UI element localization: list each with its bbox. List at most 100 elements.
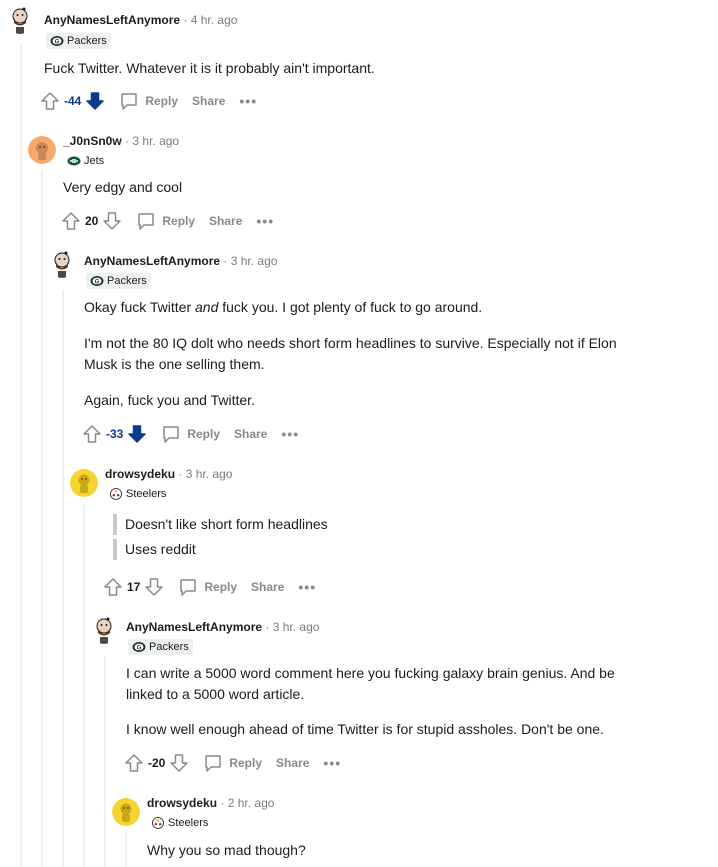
svg-text:G: G <box>55 40 60 46</box>
upvote-icon[interactable] <box>40 91 60 111</box>
username[interactable]: drowsydeku <box>105 467 175 481</box>
reply-button[interactable]: Reply <box>178 577 237 597</box>
vote-score: 17 <box>127 580 141 594</box>
username[interactable]: AnyNamesLeftAnymore <box>84 254 220 268</box>
comment-actions: -20 Reply Share ••• <box>124 751 341 775</box>
flair-badge: Jets <box>63 153 108 169</box>
flair-label: Jets <box>84 155 105 167</box>
upvote-icon[interactable] <box>103 577 123 597</box>
reply-button[interactable]: Reply <box>161 424 220 444</box>
comment-bubble-icon <box>121 93 138 110</box>
timestamp[interactable]: 3 hr. ago <box>132 134 179 148</box>
timestamp[interactable]: 3 hr. ago <box>273 620 320 634</box>
comment-actions: 17 Reply Share ••• <box>103 575 316 599</box>
flair-badge: G Packers <box>46 33 111 49</box>
blockquote: Uses reddit <box>113 539 196 560</box>
comment-bubble-icon <box>138 213 155 230</box>
meta-separator: · <box>223 254 228 268</box>
comment-actions: -44 Reply Share ••• <box>40 89 257 113</box>
reply-label: Reply <box>229 756 263 770</box>
username[interactable]: drowsydeku <box>147 796 217 810</box>
thread-line-2[interactable] <box>41 170 43 867</box>
comment-paragraph: Again, fuck you and Twitter. <box>84 392 255 408</box>
flair-badge: G Packers <box>86 273 151 289</box>
share-button[interactable]: Share <box>209 214 242 228</box>
steelers-logo-icon <box>152 817 164 829</box>
svg-text:G: G <box>95 280 100 286</box>
timestamp[interactable]: 3 hr. ago <box>231 254 278 268</box>
downvote-icon[interactable] <box>169 753 189 773</box>
emphasized-text: and <box>195 299 219 315</box>
timestamp[interactable]: 3 hr. ago <box>186 467 233 481</box>
vote-score: 20 <box>85 214 99 228</box>
flair-label: Packers <box>107 275 147 287</box>
meta-separator: · <box>220 796 225 810</box>
packers-logo-icon: G <box>90 276 104 286</box>
comment-bubble-icon <box>163 426 180 443</box>
packers-logo-icon: G <box>50 36 64 46</box>
flair-badge: Steelers <box>105 486 170 502</box>
more-options-button[interactable]: ••• <box>256 213 274 229</box>
username[interactable]: AnyNamesLeftAnymore <box>44 13 180 27</box>
thread-line-6[interactable] <box>125 830 127 867</box>
jets-logo-icon <box>67 156 81 166</box>
more-options-button[interactable]: ••• <box>323 755 341 771</box>
meta-separator: · <box>183 13 188 27</box>
more-options-button[interactable]: ••• <box>281 426 299 442</box>
share-button[interactable]: Share <box>276 756 309 770</box>
flair-label: Packers <box>67 35 107 47</box>
reply-button[interactable]: Reply <box>119 91 178 111</box>
flair-label: Steelers <box>126 488 167 500</box>
downvote-icon[interactable] <box>102 211 122 231</box>
flair-label: Steelers <box>168 817 209 829</box>
more-options-button[interactable]: ••• <box>298 579 316 595</box>
reply-button[interactable]: Reply <box>203 753 262 773</box>
meta-separator: · <box>125 134 130 148</box>
thread-line-4[interactable] <box>83 505 85 867</box>
comment-body: Why you so mad though? <box>147 842 306 858</box>
reply-label: Reply <box>204 580 238 594</box>
downvote-icon[interactable] <box>127 424 147 444</box>
comment-paragraph: I can write a 5000 word comment here you… <box>126 665 615 681</box>
upvote-icon[interactable] <box>124 753 144 773</box>
username[interactable]: _J0nSn0w <box>63 134 122 148</box>
share-button[interactable]: Share <box>251 580 284 594</box>
orange-snoo-avatar[interactable] <box>28 136 56 164</box>
share-button[interactable]: Share <box>234 427 267 441</box>
bearded-snoo-avatar[interactable] <box>90 616 118 644</box>
more-options-button[interactable]: ••• <box>239 93 257 109</box>
reply-label: Reply <box>187 427 221 441</box>
comment-paragraph: Okay fuck Twitter and fuck you. I got pl… <box>84 297 482 318</box>
yellow-snoo-avatar[interactable] <box>70 469 98 497</box>
flair-badge: G Packers <box>128 639 193 655</box>
comment-body: Fuck Twitter. Whatever it is it probably… <box>44 60 375 76</box>
timestamp[interactable]: 2 hr. ago <box>228 796 275 810</box>
comment-actions: 20 Reply Share ••• <box>61 209 274 233</box>
thread-line-3[interactable] <box>62 290 64 867</box>
yellow-snoo-avatar[interactable] <box>112 798 140 826</box>
steelers-logo-icon <box>110 488 122 500</box>
timestamp[interactable]: 4 hr. ago <box>191 13 238 27</box>
meta-separator: · <box>265 620 270 634</box>
reply-label: Reply <box>145 94 179 108</box>
bearded-snoo-avatar[interactable] <box>48 250 76 278</box>
bearded-snoo-avatar[interactable] <box>6 6 34 34</box>
packers-logo-icon: G <box>132 642 146 652</box>
meta-separator: · <box>178 467 183 481</box>
downvote-icon[interactable] <box>85 91 105 111</box>
comment-actions: -33 Reply Share ••• <box>82 422 299 446</box>
downvote-icon[interactable] <box>144 577 164 597</box>
svg-text:G: G <box>137 646 142 652</box>
upvote-icon[interactable] <box>82 424 102 444</box>
comment-paragraph: I'm not the 80 IQ dolt who needs short f… <box>84 335 617 351</box>
thread-line-1[interactable] <box>20 44 22 867</box>
thread-line-5[interactable] <box>104 656 106 867</box>
username[interactable]: AnyNamesLeftAnymore <box>126 620 262 634</box>
reply-button[interactable]: Reply <box>136 211 195 231</box>
share-button[interactable]: Share <box>192 94 225 108</box>
vote-score: -44 <box>64 94 82 108</box>
comment-bubble-icon <box>180 579 197 596</box>
comment-paragraph-continued: Musk is the one selling them. <box>84 356 265 372</box>
reply-label: Reply <box>162 214 196 228</box>
upvote-icon[interactable] <box>61 211 81 231</box>
